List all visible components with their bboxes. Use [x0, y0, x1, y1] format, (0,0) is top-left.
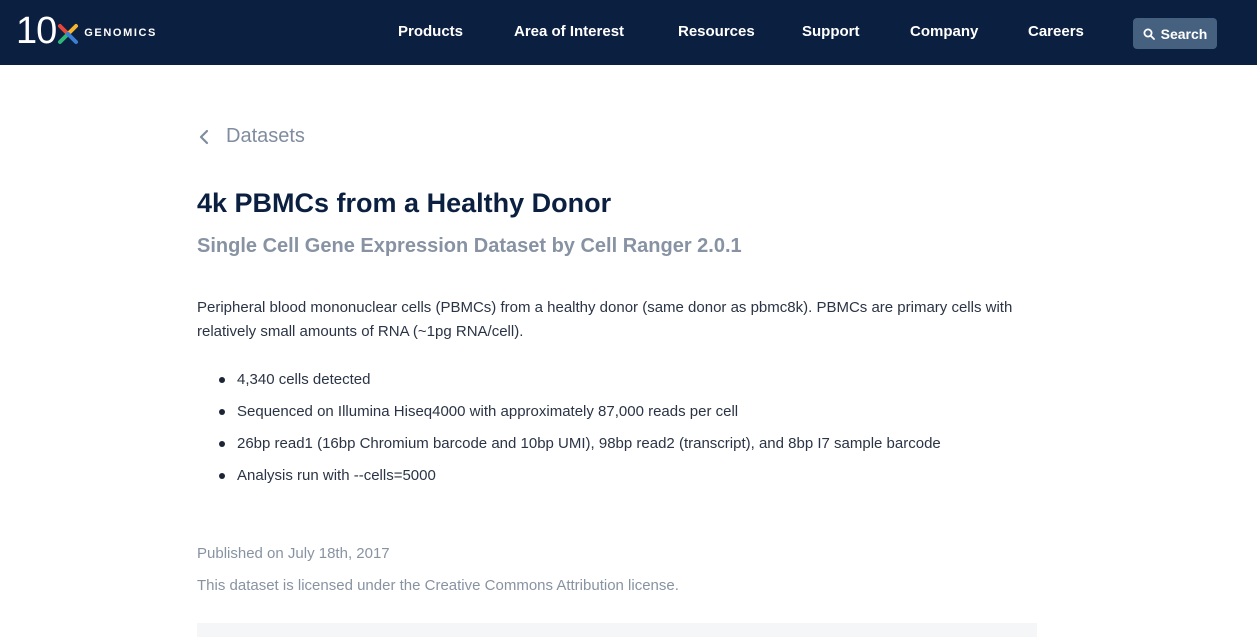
logo-x-mark	[58, 24, 79, 44]
nav-careers[interactable]: Careers	[1028, 23, 1084, 40]
dataset-description: Peripheral blood mononuclear cells (PBMC…	[197, 299, 1013, 340]
nav-products[interactable]: Products	[398, 23, 463, 40]
search-button-label: Search	[1160, 25, 1208, 42]
bullet-dot	[219, 377, 225, 383]
search-button[interactable]: Search	[1133, 18, 1217, 49]
breadcrumb-back-datasets[interactable]: Datasets	[197, 125, 305, 148]
page-title: 4k PBMCs from a Healthy Donor	[197, 188, 612, 218]
company-logo[interactable]: 10 GENOMICS	[16, 11, 157, 51]
nav-area-of-interest[interactable]: Area of Interest	[514, 23, 624, 40]
nav-company[interactable]: Company	[910, 23, 978, 40]
license-notice: This dataset is licensed under the Creat…	[197, 577, 679, 594]
list-item: Sequenced on Illumina Hiseq4000 with app…	[197, 400, 941, 432]
detail-text: Sequenced on Illumina Hiseq4000 with app…	[237, 403, 739, 420]
bullet-dot	[219, 409, 225, 415]
chevron-left-icon	[199, 129, 209, 144]
list-item: 26bp read1 (16bp Chromium barcode and 10…	[197, 432, 941, 464]
downloads-panel	[197, 623, 1037, 637]
dataset-details-list: 4,340 cells detected Sequenced on Illumi…	[197, 368, 941, 496]
detail-text: 4,340 cells detected	[237, 371, 371, 388]
bullet-dot	[219, 441, 225, 447]
search-icon	[1143, 28, 1155, 40]
detail-text: 26bp read1 (16bp Chromium barcode and 10…	[237, 435, 941, 452]
top-navbar: 10 GENOMICS Products Area of Interest Re…	[0, 0, 1257, 65]
list-item: Analysis run with --cells=5000	[197, 464, 941, 496]
detail-text: Analysis run with --cells=5000	[237, 467, 436, 484]
page-subtitle: Single Cell Gene Expression Dataset by C…	[197, 235, 742, 257]
published-date: Published on July 18th, 2017	[197, 545, 390, 562]
bullet-dot	[219, 473, 225, 479]
nav-support[interactable]: Support	[802, 23, 860, 40]
logo-number: 10	[16, 10, 57, 52]
nav-resources[interactable]: Resources	[678, 23, 755, 40]
list-item: 4,340 cells detected	[197, 368, 941, 400]
breadcrumb-label: Datasets	[226, 125, 305, 147]
logo-wordmark: GENOMICS	[84, 27, 157, 39]
